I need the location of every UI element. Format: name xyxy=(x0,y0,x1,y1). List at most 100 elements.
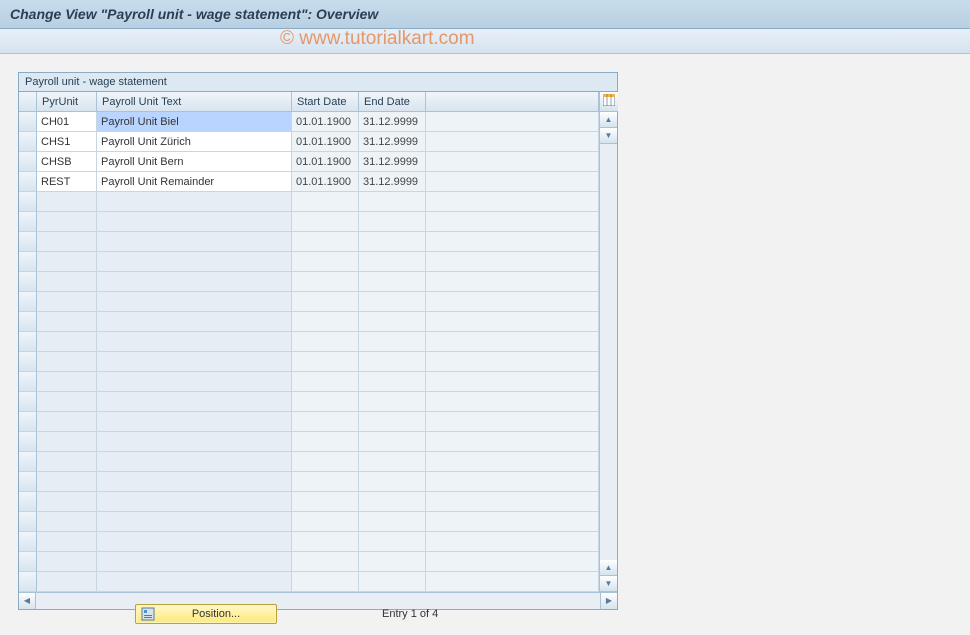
row-selector[interactable] xyxy=(19,272,37,292)
cell-text[interactable] xyxy=(97,472,292,492)
table-row[interactable] xyxy=(19,472,599,492)
table-row[interactable] xyxy=(19,232,599,252)
cell-pyrunit[interactable] xyxy=(37,272,97,292)
cell-pyrunit[interactable] xyxy=(37,472,97,492)
cell-pyrunit[interactable] xyxy=(37,252,97,272)
cell-text[interactable] xyxy=(97,572,292,592)
table-row[interactable]: CHSBPayroll Unit Bern01.01.190031.12.999… xyxy=(19,152,599,172)
cell-pyrunit[interactable]: CHSB xyxy=(37,152,97,172)
row-selector[interactable] xyxy=(19,552,37,572)
cell-text[interactable] xyxy=(97,452,292,472)
row-selector[interactable] xyxy=(19,332,37,352)
table-row[interactable] xyxy=(19,532,599,552)
cell-text[interactable] xyxy=(97,352,292,372)
row-selector[interactable] xyxy=(19,192,37,212)
cell-pyrunit[interactable] xyxy=(37,392,97,412)
col-header-text[interactable]: Payroll Unit Text xyxy=(97,92,292,112)
cell-pyrunit[interactable] xyxy=(37,352,97,372)
cell-pyrunit[interactable] xyxy=(37,312,97,332)
scroll-track[interactable] xyxy=(600,144,617,560)
row-selector[interactable] xyxy=(19,232,37,252)
scroll-up-end-button[interactable]: ▲ xyxy=(600,560,617,576)
cell-text[interactable] xyxy=(97,212,292,232)
cell-text[interactable]: Payroll Unit Zürich xyxy=(97,132,292,152)
row-selector[interactable] xyxy=(19,412,37,432)
col-header-start[interactable]: Start Date xyxy=(292,92,359,112)
cell-text[interactable] xyxy=(97,272,292,292)
cell-text[interactable] xyxy=(97,492,292,512)
cell-pyrunit[interactable] xyxy=(37,332,97,352)
cell-text[interactable] xyxy=(97,532,292,552)
cell-text[interactable] xyxy=(97,252,292,272)
row-selector[interactable] xyxy=(19,312,37,332)
table-row[interactable] xyxy=(19,412,599,432)
cell-pyrunit[interactable] xyxy=(37,412,97,432)
cell-pyrunit[interactable] xyxy=(37,452,97,472)
cell-pyrunit[interactable] xyxy=(37,492,97,512)
vertical-scrollbar[interactable]: ▲ ▼ ▲ ▼ xyxy=(599,92,617,592)
cell-pyrunit[interactable] xyxy=(37,512,97,532)
table-row[interactable]: RESTPayroll Unit Remainder01.01.190031.1… xyxy=(19,172,599,192)
cell-text[interactable] xyxy=(97,232,292,252)
cell-text[interactable]: Payroll Unit Bern xyxy=(97,152,292,172)
table-row[interactable] xyxy=(19,332,599,352)
table-settings-button[interactable] xyxy=(600,92,618,112)
scroll-down-button[interactable]: ▼ xyxy=(600,128,617,144)
cell-pyrunit[interactable] xyxy=(37,552,97,572)
row-selector[interactable] xyxy=(19,112,37,132)
cell-text[interactable] xyxy=(97,412,292,432)
row-selector[interactable] xyxy=(19,352,37,372)
table-row[interactable]: CH01Payroll Unit Biel01.01.190031.12.999… xyxy=(19,112,599,132)
row-selector[interactable] xyxy=(19,252,37,272)
scroll-down-end-button[interactable]: ▼ xyxy=(600,576,617,592)
table-row[interactable] xyxy=(19,272,599,292)
cell-pyrunit[interactable] xyxy=(37,212,97,232)
table-row[interactable] xyxy=(19,452,599,472)
cell-pyrunit[interactable] xyxy=(37,432,97,452)
row-selector[interactable] xyxy=(19,152,37,172)
cell-pyrunit[interactable] xyxy=(37,372,97,392)
table-row[interactable] xyxy=(19,492,599,512)
table-row[interactable] xyxy=(19,512,599,532)
cell-text[interactable]: Payroll Unit Biel xyxy=(97,112,292,132)
table-row[interactable] xyxy=(19,352,599,372)
position-button[interactable]: Position... xyxy=(135,604,277,624)
cell-pyrunit[interactable]: CH01 xyxy=(37,112,97,132)
row-selector[interactable] xyxy=(19,492,37,512)
col-header-end[interactable]: End Date xyxy=(359,92,426,112)
table-row[interactable] xyxy=(19,372,599,392)
cell-text[interactable] xyxy=(97,372,292,392)
table-row[interactable]: CHS1Payroll Unit Zürich01.01.190031.12.9… xyxy=(19,132,599,152)
cell-text[interactable] xyxy=(97,192,292,212)
cell-pyrunit[interactable] xyxy=(37,532,97,552)
cell-text[interactable] xyxy=(97,552,292,572)
row-selector[interactable] xyxy=(19,372,37,392)
cell-pyrunit[interactable] xyxy=(37,192,97,212)
row-selector[interactable] xyxy=(19,212,37,232)
row-selector[interactable] xyxy=(19,472,37,492)
row-selector[interactable] xyxy=(19,512,37,532)
table-row[interactable] xyxy=(19,192,599,212)
cell-text[interactable] xyxy=(97,312,292,332)
row-selector[interactable] xyxy=(19,572,37,592)
cell-pyrunit[interactable]: REST xyxy=(37,172,97,192)
cell-pyrunit[interactable] xyxy=(37,572,97,592)
scroll-up-button[interactable]: ▲ xyxy=(600,112,617,128)
cell-text[interactable]: Payroll Unit Remainder xyxy=(97,172,292,192)
row-selector[interactable] xyxy=(19,292,37,312)
row-selector[interactable] xyxy=(19,132,37,152)
row-selector[interactable] xyxy=(19,452,37,472)
row-selector[interactable] xyxy=(19,172,37,192)
cell-text[interactable] xyxy=(97,332,292,352)
col-header-pyrunit[interactable]: PyrUnit xyxy=(37,92,97,112)
cell-text[interactable] xyxy=(97,512,292,532)
table-row[interactable] xyxy=(19,212,599,232)
table-row[interactable] xyxy=(19,432,599,452)
cell-text[interactable] xyxy=(97,432,292,452)
table-row[interactable] xyxy=(19,312,599,332)
select-all-cell[interactable] xyxy=(19,92,37,112)
cell-pyrunit[interactable] xyxy=(37,292,97,312)
row-selector[interactable] xyxy=(19,392,37,412)
table-row[interactable] xyxy=(19,552,599,572)
table-row[interactable] xyxy=(19,572,599,592)
